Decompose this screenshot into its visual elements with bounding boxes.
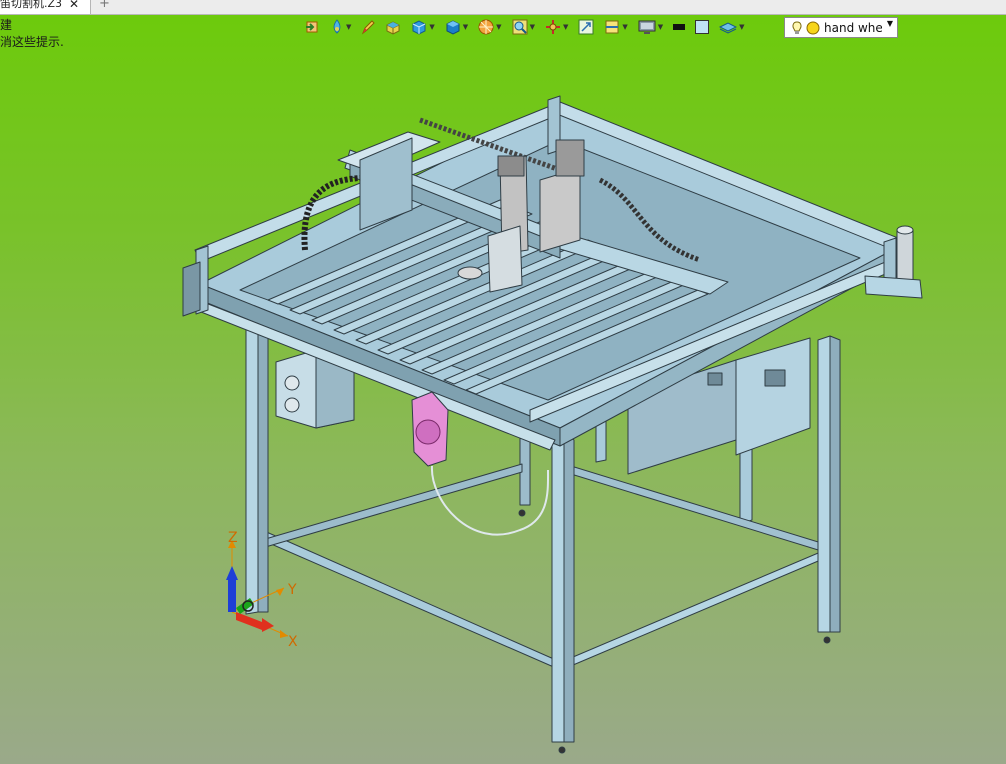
- 3d-viewport[interactable]: 笛切割机.Z3 ✕ + 建 消这些提示. ▼ ▼ ▼ ▼ ▼ ▼ ▼ ▼ ▼ h…: [0, 0, 1006, 764]
- x-axis-label: X: [288, 634, 298, 650]
- z-motor: [497, 155, 525, 177]
- cutting-machine-model[interactable]: Z Y X: [0, 0, 1006, 764]
- x-axis-arrow: [236, 612, 262, 630]
- lower-right-rail: [565, 547, 831, 669]
- front-left-leg: [245, 327, 259, 615]
- cabinet-switch: [764, 369, 786, 387]
- z-axis-label: Z: [228, 530, 238, 546]
- lower-left-rail: [261, 463, 523, 549]
- y-axis-label: Y: [287, 582, 297, 598]
- lower-back-rail: [557, 461, 829, 554]
- y-motor: [555, 139, 585, 177]
- front-right-leg: [817, 335, 831, 633]
- y-motor-carriage: [539, 167, 581, 253]
- front-center-leg: [551, 433, 565, 743]
- lower-front-rail: [261, 529, 557, 669]
- z-axis-arrow: [228, 578, 236, 612]
